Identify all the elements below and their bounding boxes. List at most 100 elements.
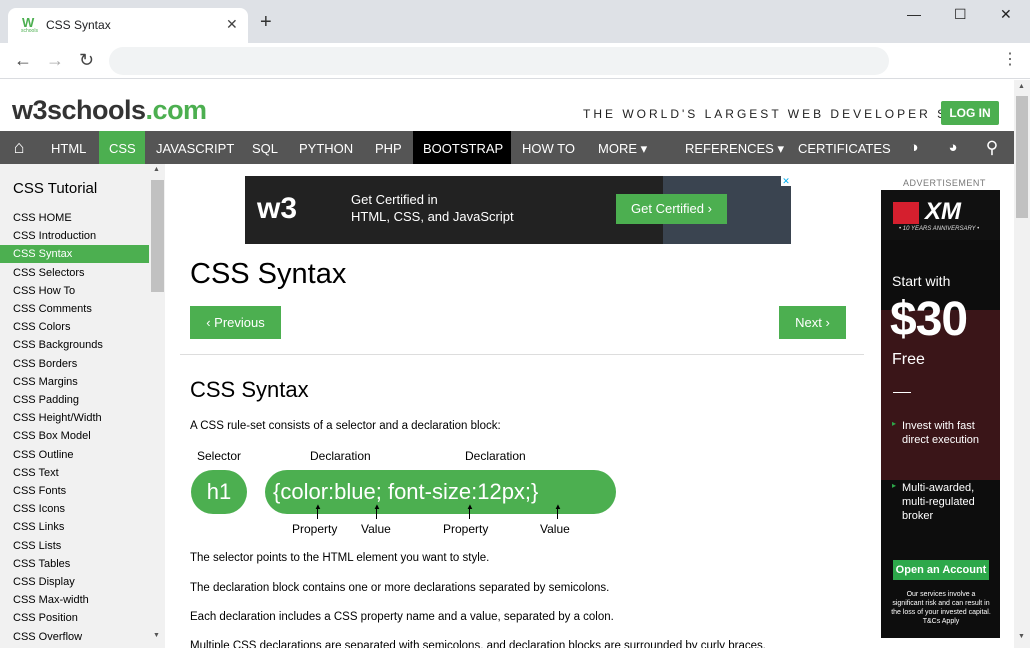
tab-title: CSS Syntax xyxy=(46,18,111,32)
sidebar-item-css-icons[interactable]: CSS Icons xyxy=(0,500,149,518)
xm-bullet-icon-2: ▸ xyxy=(892,481,897,490)
maximize-icon[interactable]: ☐ xyxy=(954,6,967,23)
browser-tab[interactable]: W schools CSS Syntax ✕ xyxy=(8,8,248,43)
xm-disclaimer: Our services involve a significant risk … xyxy=(891,591,991,625)
sidebar-item-css-borders[interactable]: CSS Borders xyxy=(0,355,149,373)
xm-bullet-1: Invest with fast direct execution xyxy=(902,420,980,446)
arrowhead-icon: ▲ xyxy=(466,502,474,511)
sidebar-item-css-links[interactable]: CSS Links xyxy=(0,518,149,536)
sidebar-item-css-comments[interactable]: CSS Comments xyxy=(0,300,149,318)
forward-arrow-icon[interactable]: → xyxy=(46,51,64,69)
sidebar-item-css-tables[interactable]: CSS Tables xyxy=(0,555,149,573)
next-button[interactable]: Next › xyxy=(779,306,846,339)
contrast-icon[interactable]: ◑ xyxy=(899,131,929,164)
ad-line-2: HTML, CSS, and JavaScript xyxy=(351,209,514,224)
sidebar-item-css-colors[interactable]: CSS Colors xyxy=(0,318,149,336)
nav-sql[interactable]: SQL xyxy=(242,131,288,164)
back-arrow-icon[interactable]: ← xyxy=(14,51,32,69)
sidebar-item-css-outline[interactable]: CSS Outline xyxy=(0,446,149,464)
web-page: w3schools.com THE WORLD'S LARGEST WEB DE… xyxy=(0,80,1014,648)
nav-php[interactable]: PHP xyxy=(365,131,412,164)
xm-start-with: Start with xyxy=(892,273,951,289)
logo-com-text: .com xyxy=(145,95,208,125)
xm-divider xyxy=(893,392,911,393)
value-label-1: Value xyxy=(361,522,391,536)
get-certified-button[interactable]: Get Certified › xyxy=(616,194,727,224)
xm-free: Free xyxy=(892,351,925,368)
xm-amount: $30 xyxy=(890,293,968,346)
previous-button[interactable]: ‹ Previous xyxy=(190,306,281,339)
close-tab-icon[interactable]: ✕ xyxy=(226,16,238,33)
search-icon[interactable]: ⚲ xyxy=(977,131,1007,164)
property-label-1: Property xyxy=(292,522,338,536)
xm-logo-mark-icon xyxy=(893,202,919,224)
arrowhead-icon: ▲ xyxy=(314,502,322,511)
nav-html[interactable]: HTML xyxy=(41,131,96,164)
page-scroll-down-icon[interactable]: ▼ xyxy=(1018,633,1025,640)
intro-paragraph: A CSS rule-set consists of a selector an… xyxy=(190,420,501,432)
browser-toolbar: ← → ↻ ⋮ xyxy=(0,43,1030,79)
sidebar-item-css-how-to[interactable]: CSS How To xyxy=(0,282,149,300)
xm-logo: XM xyxy=(925,198,961,225)
xm-anniversary: • 10 YEARS ANNIVERSARY • xyxy=(899,226,980,232)
sidebar-item-css-display[interactable]: CSS Display xyxy=(0,573,149,591)
sidebar-scroll-up-icon[interactable]: ▲ xyxy=(153,166,160,173)
nav-certificates[interactable]: CERTIFICATES xyxy=(788,131,901,164)
nav-python[interactable]: PYTHON xyxy=(289,131,363,164)
sidebar-item-css-fonts[interactable]: CSS Fonts xyxy=(0,482,149,500)
sidebar-item-css-selectors[interactable]: CSS Selectors xyxy=(0,264,149,282)
xm-ad[interactable]: XM • 10 YEARS ANNIVERSARY • Start with $… xyxy=(881,190,1000,638)
nav-css[interactable]: CSS xyxy=(99,131,145,164)
paragraph-3: Each declaration includes a CSS property… xyxy=(190,611,614,623)
top-navigation: ⌂ HTML CSS JAVASCRIPT SQL PYTHON PHP BOO… xyxy=(0,131,1014,164)
sidebar-item-css-introduction[interactable]: CSS Introduction xyxy=(0,227,149,245)
open-account-button[interactable]: Open an Account xyxy=(893,560,989,580)
paragraph-2: The declaration block contains one or mo… xyxy=(190,582,610,594)
sidebar-item-css-home[interactable]: CSS HOME xyxy=(0,209,149,227)
nav-howto[interactable]: HOW TO xyxy=(512,131,585,164)
nav-more[interactable]: MORE ▾ xyxy=(588,131,657,164)
close-window-icon[interactable]: ✕ xyxy=(1000,6,1012,23)
ad-close-icon[interactable]: ✕ xyxy=(781,176,791,186)
sidebar: CSS Tutorial CSS HOME CSS Introduction CSS… xyxy=(0,164,165,648)
sidebar-item-css-max-width[interactable]: CSS Max-width xyxy=(0,591,149,609)
sidebar-item-css-position[interactable]: CSS Position xyxy=(0,609,149,627)
minimize-icon[interactable]: — xyxy=(907,6,921,22)
globe-icon[interactable]: ◕ xyxy=(938,131,968,164)
address-bar[interactable] xyxy=(109,47,889,75)
sidebar-scroll-down-icon[interactable]: ▼ xyxy=(153,632,160,639)
sidebar-item-css-overflow[interactable]: CSS Overflow xyxy=(0,628,149,646)
sidebar-title: CSS Tutorial xyxy=(13,180,98,197)
advertisement-label: ADVERTISEMENT xyxy=(903,178,986,188)
page-scroll-up-icon[interactable]: ▲ xyxy=(1018,83,1025,90)
selector-label: Selector xyxy=(197,449,242,463)
sidebar-item-css-height-width[interactable]: CSS Height/Width xyxy=(0,409,149,427)
sidebar-item-css-box-model[interactable]: CSS Box Model xyxy=(0,427,149,445)
nav-references[interactable]: REFERENCES ▾ xyxy=(675,131,794,164)
value-label-2: Value xyxy=(540,522,570,536)
site-slogan: THE WORLD'S LARGEST WEB DEVELOPER SITE xyxy=(583,107,976,121)
sidebar-item-css-lists[interactable]: CSS Lists xyxy=(0,537,149,555)
nav-javascript[interactable]: JAVASCRIPT xyxy=(146,131,244,164)
sidebar-item-css-padding[interactable]: CSS Padding xyxy=(0,391,149,409)
certification-ad-banner[interactable]: w3 Get Certified in HTML, CSS, and JavaS… xyxy=(245,176,791,244)
ad-line-1: Get Certified in xyxy=(351,192,438,207)
arrowhead-icon: ▲ xyxy=(373,502,381,511)
nav-bootstrap[interactable]: BOOTSTRAP xyxy=(413,131,511,164)
new-tab-button[interactable]: + xyxy=(260,12,272,32)
paragraph-4: Multiple CSS declarations are separated … xyxy=(190,640,766,648)
page-scroll-thumb[interactable] xyxy=(1016,96,1028,218)
login-button[interactable]: LOG IN xyxy=(941,101,999,125)
sidebar-item-css-backgrounds[interactable]: CSS Backgrounds xyxy=(0,336,149,354)
sidebar-item-css-text[interactable]: CSS Text xyxy=(0,464,149,482)
sidebar-scroll-thumb[interactable] xyxy=(151,180,164,292)
page-title: CSS Syntax xyxy=(190,258,347,290)
sidebar-item-css-margins[interactable]: CSS Margins xyxy=(0,373,149,391)
w3schools-logo[interactable]: w3schools.com xyxy=(12,95,207,126)
browser-menu-icon[interactable]: ⋮ xyxy=(1002,52,1018,68)
declaration-label-2: Declaration xyxy=(465,449,526,463)
reload-icon[interactable]: ↻ xyxy=(79,51,94,69)
home-icon[interactable]: ⌂ xyxy=(4,131,34,164)
sidebar-item-css-syntax[interactable]: CSS Syntax xyxy=(0,245,149,264)
section-heading: CSS Syntax xyxy=(190,377,309,402)
